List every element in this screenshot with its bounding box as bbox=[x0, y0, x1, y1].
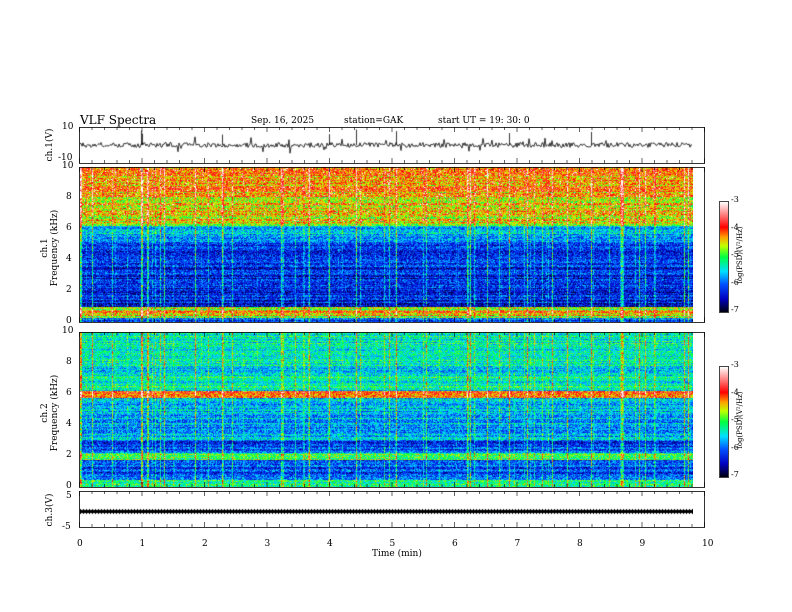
x-tick-label: 3 bbox=[264, 539, 271, 549]
axes-frames bbox=[79, 127, 705, 528]
x-tick-label: 1 bbox=[139, 539, 146, 549]
colorbar-tick-label: -7 bbox=[731, 470, 739, 479]
ch3-tick: 5 bbox=[66, 491, 72, 501]
colorbar-ch1 bbox=[719, 201, 729, 313]
panel-frame bbox=[79, 167, 705, 323]
freq-tick-label: 6 bbox=[66, 223, 72, 233]
freq-tick-label: 6 bbox=[66, 388, 72, 398]
x-tick-label: 9 bbox=[639, 539, 646, 549]
x-axis-label: Time (min) bbox=[372, 549, 422, 559]
panel-frame bbox=[79, 332, 705, 488]
x-tick-label: 7 bbox=[514, 539, 521, 549]
colorbar-tick-label: -3 bbox=[731, 360, 739, 369]
x-tick-label: 2 bbox=[202, 539, 208, 549]
freq-tick-label: 0 bbox=[66, 481, 72, 491]
freq-tick-label: 10 bbox=[62, 326, 74, 336]
x-tick-label: 10 bbox=[702, 539, 714, 549]
freq-tick-label: 4 bbox=[66, 419, 72, 429]
freq-tick-label: 4 bbox=[66, 254, 72, 264]
colorbar-tick-label: -7 bbox=[731, 305, 739, 314]
ch1-label: ch.1 bbox=[40, 238, 50, 258]
freq-tick-label: 2 bbox=[66, 285, 72, 295]
freq-tick-label: 2 bbox=[66, 450, 72, 460]
freq-tick-label: 10 bbox=[62, 161, 74, 171]
ch1-tick: 10 bbox=[62, 122, 74, 132]
colorbar-label: log(PSD)(V²/Hz) bbox=[736, 226, 744, 284]
ch3-tick: -5 bbox=[62, 522, 71, 532]
ch2-label: ch.2 bbox=[40, 403, 50, 423]
colorbar-label: log(PSD)(V²/Hz) bbox=[736, 391, 744, 449]
colorbar-ch2 bbox=[719, 366, 729, 478]
vlf-spectra-figure: VLF Spectra Sep. 16, 2025 station=GAK st… bbox=[0, 0, 792, 612]
x-tick-label: 0 bbox=[77, 539, 83, 549]
frequency-label: Frequency (kHz) bbox=[50, 374, 60, 452]
frequency-label: Frequency (kHz) bbox=[50, 209, 60, 287]
x-tick-label: 6 bbox=[452, 539, 458, 549]
colorbar-tick-label: -3 bbox=[731, 195, 739, 204]
freq-tick-label: 8 bbox=[66, 192, 72, 202]
ch1-spec-ylabel: ch.1 Frequency (kHz) bbox=[40, 188, 60, 308]
x-tick-label: 4 bbox=[327, 539, 333, 549]
freq-tick-label: 8 bbox=[66, 357, 72, 367]
ch2-spec-ylabel: ch.2 Frequency (kHz) bbox=[40, 353, 60, 473]
x-tick-label: 8 bbox=[577, 539, 583, 549]
freq-tick-label: 0 bbox=[66, 316, 72, 326]
x-tick-label: 5 bbox=[389, 539, 396, 549]
ch3-wave-ylabel: ch.3(V) bbox=[45, 493, 55, 527]
ch1-wave-ylabel: ch.1(V) bbox=[45, 128, 55, 162]
